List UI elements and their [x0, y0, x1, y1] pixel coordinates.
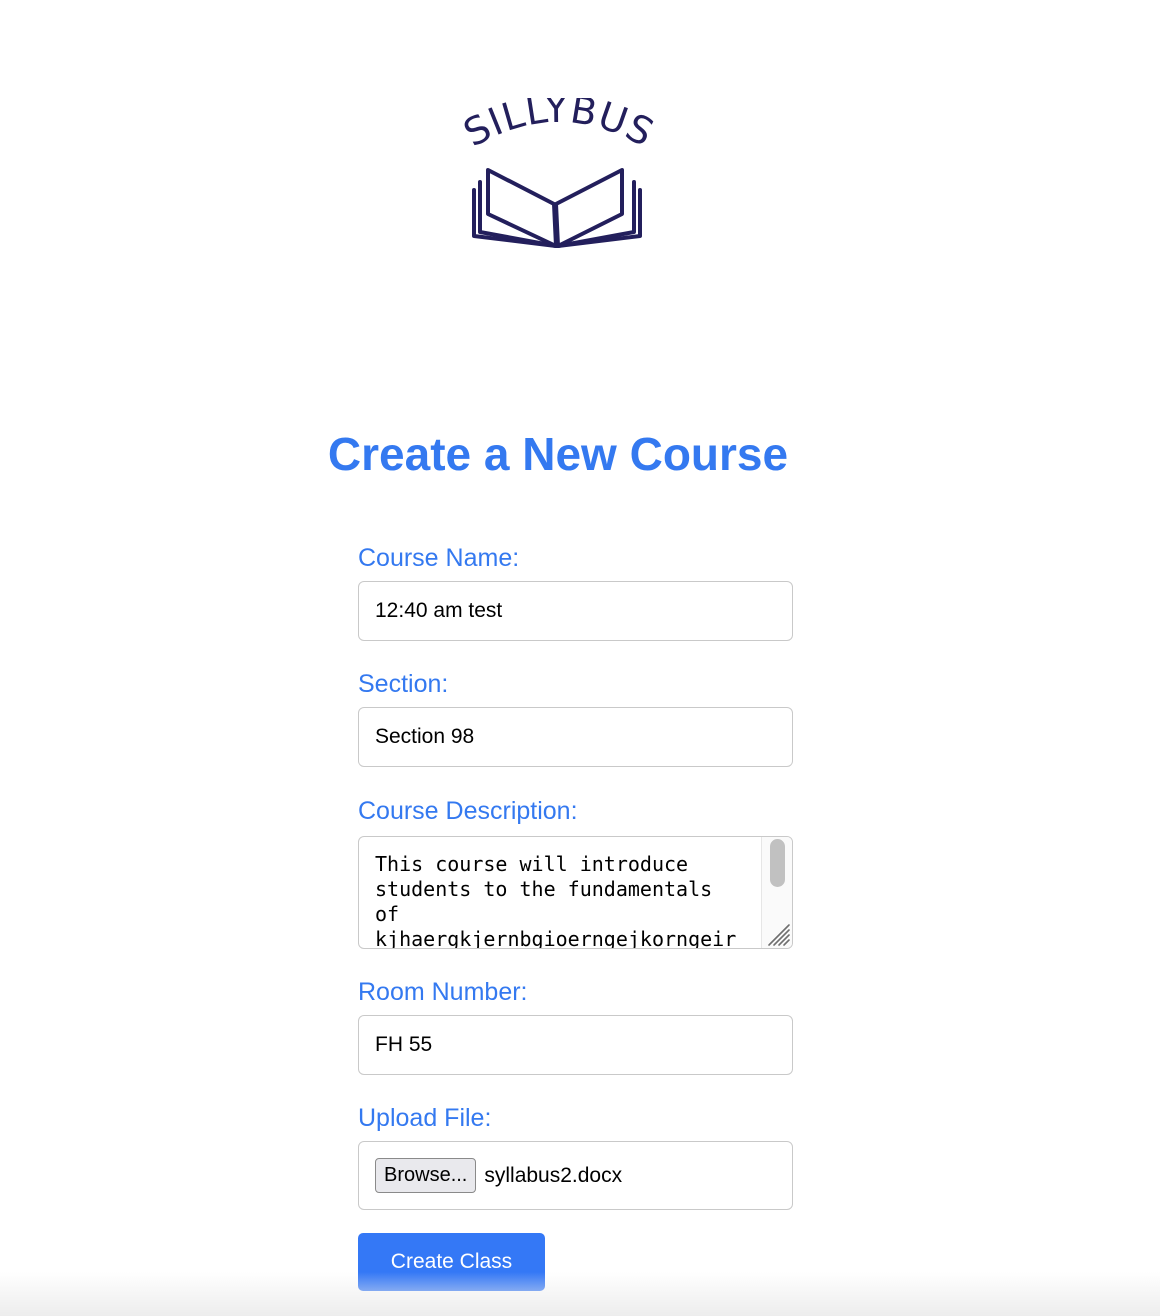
course-description-group: Course Description: This course will int…: [358, 793, 793, 949]
course-name-group: Course Name:: [358, 540, 793, 641]
create-course-form: Course Name: Section: Course Description…: [358, 540, 793, 1291]
browse-button[interactable]: Browse...: [375, 1158, 477, 1193]
course-name-input[interactable]: [358, 581, 793, 641]
logo-wordmark: SILLYBUS: [456, 98, 660, 155]
description-line: kjhaergkjernbgioerngejkorngeir: [375, 927, 737, 949]
course-name-label: Course Name:: [358, 544, 520, 572]
scrollbar-thumb[interactable]: [770, 839, 785, 887]
create-class-button[interactable]: Create Class: [358, 1233, 545, 1291]
description-line: students to the fundamentals: [375, 877, 713, 901]
file-input[interactable]: Browse... syllabus2.docx: [358, 1141, 793, 1210]
upload-file-group: Upload File: Browse... syllabus2.docx: [358, 1100, 793, 1210]
sillybus-logo: SILLYBUS: [430, 98, 686, 254]
course-description-label: Course Description:: [358, 797, 578, 825]
page-title: Create a New Course: [327, 428, 789, 480]
selected-file-name: syllabus2.docx: [484, 1163, 623, 1187]
description-line: This course will introduce: [375, 852, 689, 876]
course-description-text: This course will introduce students to th…: [375, 852, 760, 949]
resize-grip-icon[interactable]: [765, 921, 791, 947]
room-number-group: Room Number:: [358, 974, 793, 1075]
open-book-logo-icon: SILLYBUS: [456, 98, 661, 248]
course-description-textarea[interactable]: This course will introduce students to th…: [358, 836, 793, 949]
section-input[interactable]: [358, 707, 793, 767]
room-number-input[interactable]: [358, 1015, 793, 1075]
page: SILLYBUS Create a New Course Course Name…: [0, 0, 1160, 1316]
room-number-label: Room Number:: [358, 978, 528, 1006]
section-label: Section:: [358, 670, 449, 698]
description-line: of: [375, 902, 400, 926]
section-group: Section:: [358, 666, 793, 767]
upload-file-label: Upload File:: [358, 1104, 492, 1132]
svg-text:SILLYBUS: SILLYBUS: [456, 98, 661, 155]
